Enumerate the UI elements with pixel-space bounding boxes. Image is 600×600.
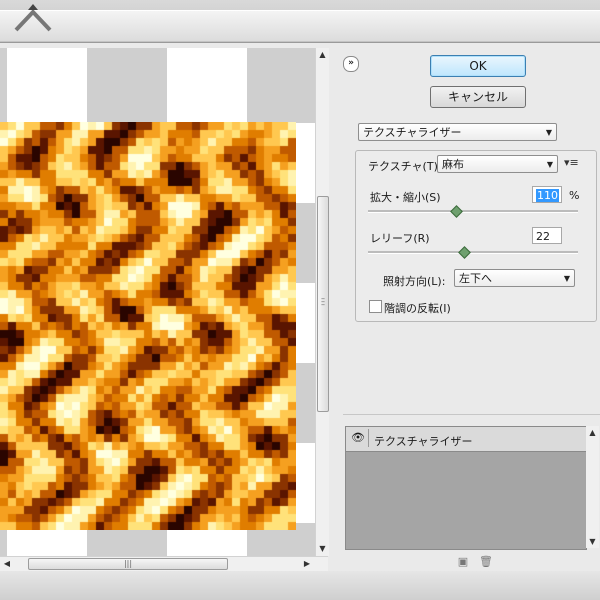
light-direction-value: 左下へ [459,272,492,285]
scroll-left-icon[interactable]: ◀ [0,557,14,571]
ok-button[interactable]: OK [430,55,526,77]
scroll-up-icon[interactable]: ▲ [316,48,329,62]
layers-scrollbar[interactable]: ▲ ▼ [586,426,599,548]
effect-layer-name: テクスチャライザー [374,435,473,448]
window-titlebar [0,0,600,43]
chevron-down-icon: ▼ [546,160,553,169]
panel-menu-icon[interactable]: ▾≡ [564,156,579,169]
eye-icon[interactable]: 👁 [348,429,369,447]
filter-select[interactable]: テクスチャライザー ▼ [358,123,557,141]
double-chevron-icon[interactable]: » [343,56,359,72]
divider [343,414,600,415]
scroll-down-icon[interactable]: ▼ [586,537,599,546]
scaling-label: 拡大・縮小(S) [370,191,441,204]
scroll-right-icon[interactable]: ▶ [300,557,314,571]
relief-input[interactable]: 22 [532,227,562,244]
texture-label: テクスチャ(T): [368,160,442,173]
invert-checkbox[interactable] [369,300,382,313]
light-direction-select[interactable]: 左下へ ▼ [454,269,575,287]
scaling-unit: % [569,189,580,202]
texture-select-value: 麻布 [442,158,464,171]
effect-layer-row[interactable]: 👁 テクスチャライザー [346,427,586,452]
chevron-down-icon: ▼ [545,128,552,137]
scroll-up-icon[interactable]: ▲ [586,428,599,437]
invert-label: 階調の反転(I) [384,302,451,315]
scroll-down-icon[interactable]: ▼ [316,542,329,556]
relief-label: レリーフ(R) [370,232,430,245]
texture-select[interactable]: 麻布 ▼ [437,155,558,173]
grip-icon: – – – [321,294,325,309]
scaling-input[interactable]: 110 [532,186,562,203]
relief-slider[interactable] [368,246,578,259]
light-direction-label: 照射方向(L): [383,275,446,288]
texture-preview-image [0,122,296,530]
scaling-value: 110 [536,189,559,202]
cancel-button[interactable]: キャンセル [430,86,526,108]
titlebar-inner [0,10,600,41]
new-layer-icon[interactable]: ▣ [457,556,469,568]
scaling-slider[interactable] [368,205,578,218]
vertical-scroll-thumb[interactable]: – – – [317,196,329,412]
horizontal-scroll-thumb[interactable]: ||| [28,558,228,570]
chevron-down-icon: ▼ [563,274,570,283]
trash-icon[interactable]: 🗑 [479,556,493,568]
effect-layers-list: 👁 テクスチャライザー [345,426,587,550]
window-bottom-border [0,571,600,600]
preview-vertical-scrollbar[interactable]: ▲ – – – ▼ [315,48,329,556]
app-logo-icon [14,4,52,32]
filter-select-value: テクスチャライザー [363,126,462,139]
preview-area[interactable] [0,48,315,556]
preview-horizontal-scrollbar[interactable]: ◀ ||| ▶ [0,556,328,571]
relief-value: 22 [536,230,550,243]
